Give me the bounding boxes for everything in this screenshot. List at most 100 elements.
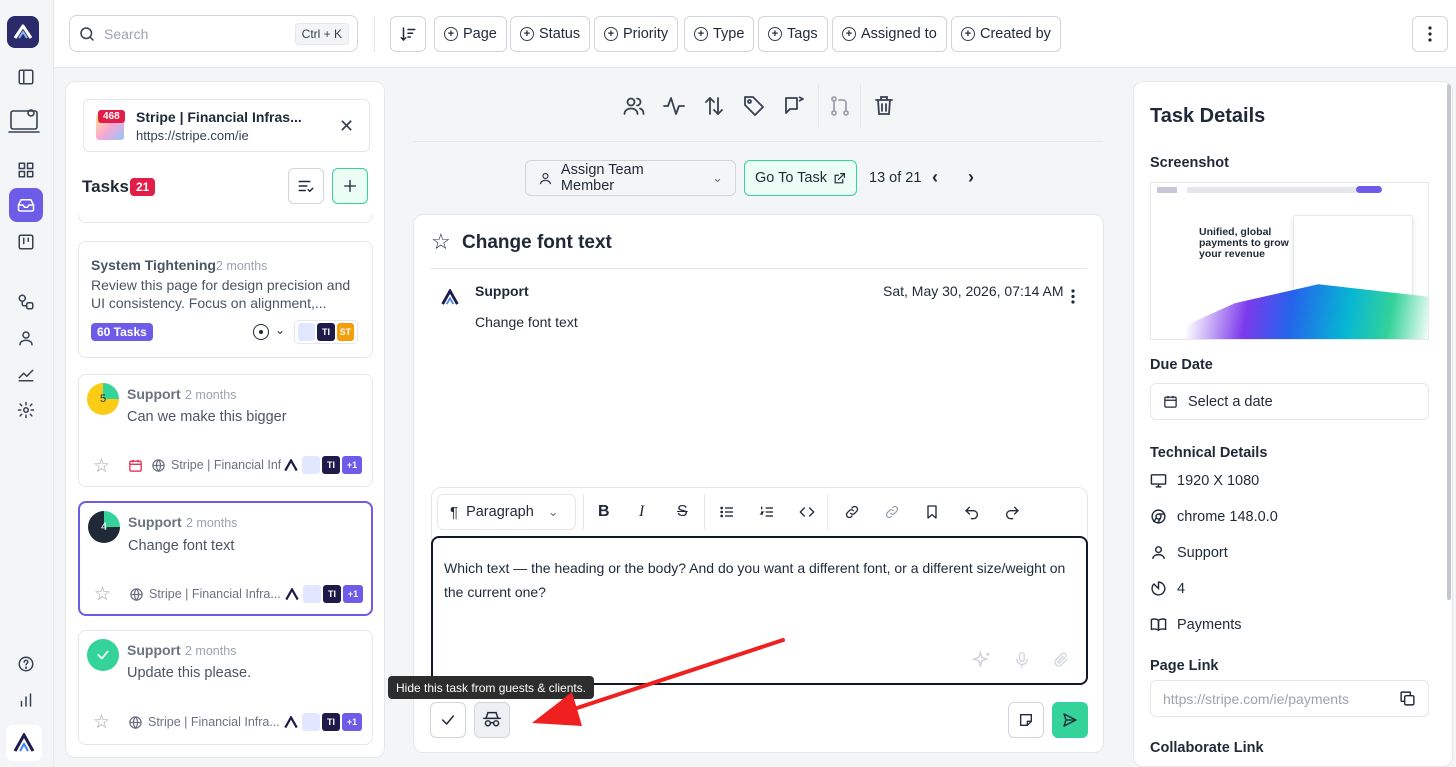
attachment-icon[interactable] xyxy=(1052,650,1070,670)
target-icon[interactable] xyxy=(253,324,269,340)
user-icon xyxy=(539,172,552,184)
due-date-placeholder: Select a date xyxy=(1188,393,1273,410)
search-icon xyxy=(80,26,94,41)
assign-team-member-button[interactable]: Assign Team Member ⌄ xyxy=(525,160,736,196)
due-date-input[interactable]: Select a date xyxy=(1150,383,1429,420)
bookmark-icon[interactable] xyxy=(924,504,940,520)
undo-icon[interactable] xyxy=(964,504,980,520)
scrollbar[interactable] xyxy=(1447,84,1451,600)
search-box[interactable]: Search Ctrl + K xyxy=(69,15,358,52)
avatar-more: +1 xyxy=(343,585,363,603)
task-text: Change font text xyxy=(128,538,235,554)
site-card[interactable]: 468 Stripe | Financial Infras... https:/… xyxy=(83,99,370,152)
tasks-panel: 468 Stripe | Financial Infras... https:/… xyxy=(65,81,385,758)
pull-request-icon[interactable] xyxy=(828,94,852,118)
chrome-icon xyxy=(1151,509,1166,524)
microphone-icon[interactable] xyxy=(1013,650,1031,670)
calendar-icon xyxy=(1164,395,1177,408)
task-type: Support xyxy=(127,386,181,402)
help-icon[interactable] xyxy=(9,647,43,681)
link-icon[interactable] xyxy=(844,504,860,520)
page-link-field[interactable]: https://stripe.com/ie/payments xyxy=(1150,680,1429,717)
more-options-button[interactable] xyxy=(1412,16,1448,52)
avatar-ti: TI xyxy=(323,585,341,603)
filter-created-by[interactable]: + Created by xyxy=(951,16,1061,52)
add-task-button[interactable] xyxy=(332,168,368,204)
flag-message-icon[interactable] xyxy=(782,94,806,118)
sort-tasks-button[interactable] xyxy=(288,168,324,204)
strikethrough-icon[interactable]: S xyxy=(677,503,688,521)
analytics-icon[interactable] xyxy=(9,357,43,391)
sidebar-toggle-icon[interactable] xyxy=(9,60,43,94)
go-to-task-label: Go To Task xyxy=(754,170,827,186)
comment-kebab-icon[interactable] xyxy=(1071,289,1075,304)
numbered-list-icon[interactable] xyxy=(759,504,775,520)
stats-icon[interactable] xyxy=(9,683,43,717)
activity-icon[interactable] xyxy=(662,94,686,118)
favorite-star-icon[interactable]: ☆ xyxy=(431,229,451,255)
screenshot-thumbnail[interactable]: Unified, global payments to grow your re… xyxy=(1150,182,1429,340)
filter-assigned-to[interactable]: + Assigned to xyxy=(832,16,947,52)
bold-icon[interactable]: B xyxy=(598,503,610,521)
priority-value: 4 xyxy=(1177,580,1186,597)
sticky-note-button[interactable] xyxy=(1008,702,1044,738)
task-card[interactable]: 5 Support 2 months Can we make this bigg… xyxy=(78,374,373,487)
copy-icon[interactable] xyxy=(1399,690,1416,707)
sort-arrows-icon[interactable] xyxy=(702,94,726,118)
ai-sparkle-icon[interactable] xyxy=(972,650,992,670)
dashboard-icon[interactable] xyxy=(9,153,43,187)
left-rail xyxy=(0,0,54,767)
inbox-icon[interactable] xyxy=(9,188,43,222)
star-icon[interactable]: ☆ xyxy=(94,583,111,606)
integrations-icon[interactable] xyxy=(9,285,43,319)
filter-tags[interactable]: + Tags xyxy=(758,16,828,52)
priority-icon xyxy=(1151,581,1166,596)
check-icon xyxy=(441,715,455,725)
team-icon[interactable] xyxy=(622,94,646,118)
page-link-value: https://stripe.com/ie/payments xyxy=(1163,690,1349,707)
list-check-icon xyxy=(298,180,314,192)
top-bar: Search Ctrl + K + Page + Status + Priority … xyxy=(54,0,1456,68)
filter-page[interactable]: + Page xyxy=(434,16,507,52)
bullet-list-icon[interactable] xyxy=(719,504,735,520)
star-icon[interactable]: ☆ xyxy=(93,711,110,734)
toolbar-divider xyxy=(818,84,819,128)
task-card-selected[interactable]: 4 Support 2 months Change font text ☆ St… xyxy=(78,501,373,616)
send-button[interactable] xyxy=(1052,702,1088,738)
italic-icon[interactable]: I xyxy=(639,503,644,521)
board-icon[interactable] xyxy=(9,225,43,259)
editor-divider xyxy=(827,494,828,530)
globe-icon xyxy=(152,459,165,473)
divider xyxy=(374,16,375,52)
redo-icon[interactable] xyxy=(1004,504,1020,520)
filter-type[interactable]: + Type xyxy=(684,16,755,52)
prev-task-icon[interactable]: ‹ xyxy=(932,167,938,188)
next-task-icon[interactable]: › xyxy=(968,167,974,188)
hide-from-guests-button[interactable] xyxy=(474,702,510,738)
sort-button[interactable] xyxy=(390,16,426,52)
site-badge: 468 xyxy=(98,110,125,123)
trash-icon[interactable] xyxy=(872,94,896,118)
filter-priority[interactable]: + Priority xyxy=(594,16,679,52)
unlink-icon[interactable] xyxy=(884,504,900,520)
settings-icon[interactable] xyxy=(9,393,43,427)
close-icon[interactable]: ✕ xyxy=(339,117,354,135)
calendar-icon[interactable] xyxy=(128,458,143,473)
go-to-task-button[interactable]: Go To Task xyxy=(744,160,857,196)
user-icon xyxy=(1152,546,1165,559)
filter-status[interactable]: + Status xyxy=(510,16,591,52)
task-card[interactable]: Support 2 months Update this please. ☆ S… xyxy=(78,630,373,745)
group-card[interactable]: System Tightening 2 months Review this p… xyxy=(78,241,373,358)
app-logo[interactable] xyxy=(7,16,39,48)
task-title: Change font text xyxy=(462,232,612,253)
user-icon[interactable] xyxy=(9,321,43,355)
avatar-more: +1 xyxy=(342,713,362,731)
type-row: Support xyxy=(1150,544,1228,561)
chevrons-down-icon[interactable]: ⌄ xyxy=(275,323,285,337)
tag-icon[interactable] xyxy=(742,94,766,118)
mark-complete-button[interactable] xyxy=(430,702,466,738)
paragraph-select[interactable]: ¶ Paragraph ⌄ xyxy=(437,494,576,530)
laptop-settings-icon[interactable] xyxy=(5,104,43,138)
code-icon[interactable] xyxy=(799,504,815,520)
star-icon[interactable]: ☆ xyxy=(93,455,110,478)
